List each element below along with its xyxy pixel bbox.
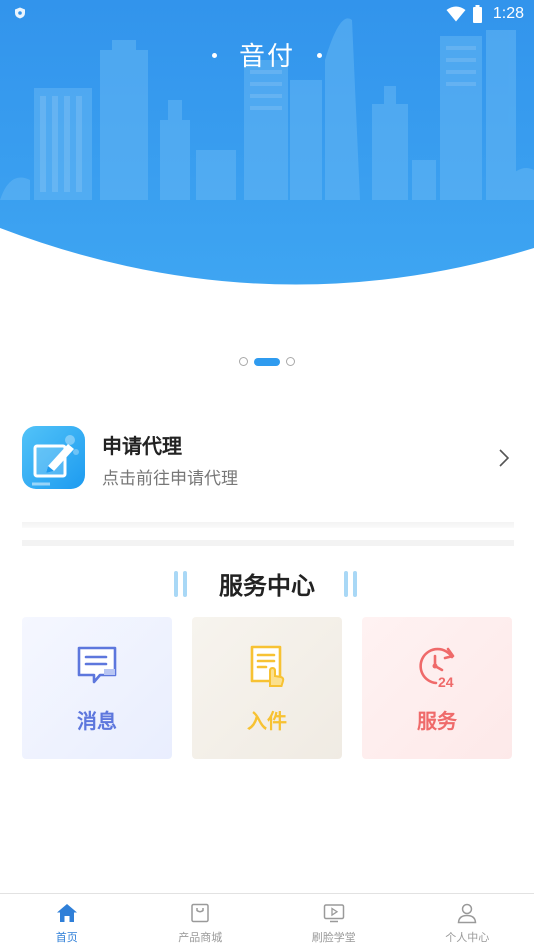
intake-tile[interactable]: 入件 xyxy=(192,617,342,759)
service-label: 服务 xyxy=(417,709,457,733)
shop-icon xyxy=(191,903,209,923)
home-icon xyxy=(56,904,77,922)
apply-agent-title: 申请代理 xyxy=(102,434,182,458)
title-decoration-dot xyxy=(317,53,322,58)
document-hand-icon xyxy=(250,645,285,687)
tab-home[interactable]: 首页 xyxy=(0,894,134,949)
shield-icon xyxy=(15,7,25,19)
tab-academy[interactable]: 刷脸学堂 xyxy=(267,894,401,949)
tab-profile[interactable]: 个人中心 xyxy=(401,894,534,949)
chevron-right-icon xyxy=(499,449,510,467)
apply-agent-card[interactable]: 申请代理 点击前往申请代理 xyxy=(0,422,534,494)
user-icon xyxy=(457,903,477,924)
status-time: 1:28 xyxy=(492,5,524,22)
header-banner: 音付 xyxy=(0,0,534,290)
apply-agent-icon xyxy=(22,426,85,489)
title-bars-decoration xyxy=(344,571,362,597)
battery-icon xyxy=(473,5,482,23)
section-divider xyxy=(22,522,514,528)
clock-24-icon: 24 xyxy=(419,647,455,689)
service-center-header: 服务中心 xyxy=(0,566,534,602)
page-title: 音付 xyxy=(238,42,295,72)
tab-academy-label: 刷脸学堂 xyxy=(311,931,356,944)
apply-agent-subtitle: 点击前往申请代理 xyxy=(102,469,238,489)
video-icon xyxy=(323,904,344,923)
service-tile[interactable]: 24 服务 xyxy=(362,617,512,759)
service-tiles: 消息 入件 24 服务 xyxy=(22,617,514,759)
section-divider xyxy=(22,540,514,546)
message-icon xyxy=(77,646,117,684)
message-label: 消息 xyxy=(77,709,117,733)
banner-pager[interactable] xyxy=(0,357,534,366)
tab-shop-label: 产品商城 xyxy=(178,931,223,944)
intake-label: 入件 xyxy=(247,709,287,733)
tab-profile-label: 个人中心 xyxy=(445,931,490,944)
tab-home-label: 首页 xyxy=(55,931,78,944)
pager-dot-active[interactable] xyxy=(254,357,280,366)
message-tile[interactable]: 消息 xyxy=(22,617,172,759)
pager-dot[interactable] xyxy=(286,357,295,366)
svg-text:24: 24 xyxy=(438,674,454,689)
wifi-icon xyxy=(446,6,466,22)
tab-shop[interactable]: 产品商城 xyxy=(134,894,268,949)
status-bar: 1:28 xyxy=(0,0,534,30)
bottom-tab-bar: 首页 产品商城 刷脸学堂 个人中心 xyxy=(0,893,534,949)
service-center-title: 服务中心 xyxy=(219,572,315,600)
pager-dot[interactable] xyxy=(239,357,248,366)
